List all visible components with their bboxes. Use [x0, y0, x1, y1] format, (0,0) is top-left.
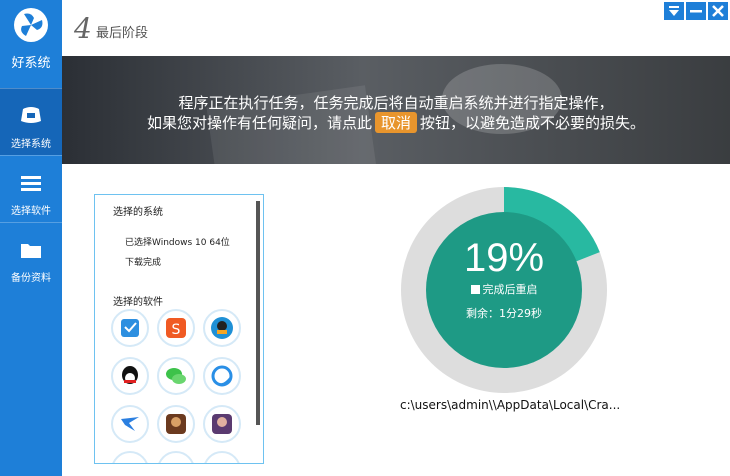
- folder-icon: [21, 244, 41, 258]
- restart-toggle[interactable]: 完成后重启: [426, 281, 582, 297]
- banner-line-2: 如果您对操作有任何疑问，请点此 取消 按钮，以避免造成不必要的损失。: [62, 112, 730, 133]
- svg-text:S: S: [172, 322, 181, 338]
- time-remaining: 剩余：1分29秒: [466, 307, 542, 320]
- banner-line-1: 程序正在执行任务，任务完成后将自动重启系统并进行指定操作，: [178, 94, 614, 112]
- browser-icon: [211, 365, 233, 387]
- sidebar-item-label: 选择软件: [11, 206, 51, 217]
- qq-icon: [122, 366, 138, 384]
- app-icon[interactable]: [157, 451, 195, 463]
- selection-summary-panel: 选择的系统 已选择Windows 10 64位 下载完成 选择的软件 S: [94, 194, 264, 464]
- banner-text: 如果您对操作有任何疑问，请点此: [146, 114, 372, 132]
- app-icon[interactable]: [111, 357, 149, 395]
- restart-label: 完成后重启: [482, 283, 538, 296]
- app-icon[interactable]: [111, 405, 149, 443]
- scrollbar[interactable]: [256, 201, 260, 425]
- app-icon[interactable]: [203, 357, 241, 395]
- header: 4 最后阶段: [62, 0, 730, 56]
- app-icon[interactable]: [203, 309, 241, 347]
- app-icon[interactable]: [203, 451, 241, 463]
- wechat-icon: [166, 368, 186, 384]
- section-title-software: 选择的软件: [113, 297, 163, 308]
- current-file-path: c:\users\admin\\AppData\Local\Cra...: [400, 398, 621, 412]
- app-icon[interactable]: [157, 357, 195, 395]
- penguin-manager-icon: [211, 317, 233, 339]
- app-logo: 好系统: [0, 0, 62, 88]
- close-icon: [712, 5, 724, 17]
- notice-banner: 程序正在执行任务，任务完成后将自动重启系统并进行指定操作， 如果您对操作有任何疑…: [62, 56, 730, 164]
- sidebar: 好系统 选择系统 选择软件 备份资料: [0, 0, 62, 476]
- sidebar-item-select-software[interactable]: 选择软件: [0, 155, 62, 222]
- minimize-button[interactable]: [686, 2, 706, 20]
- app-icon[interactable]: [203, 405, 241, 443]
- progress-percent: 19%: [463, 236, 545, 280]
- selected-system: 已选择Windows 10 64位: [125, 238, 230, 248]
- shield-app-icon: [121, 319, 139, 337]
- logo-icon: [14, 8, 48, 42]
- dropdown-button[interactable]: [664, 2, 684, 20]
- restart-checkbox[interactable]: [470, 285, 480, 294]
- step-number: 4: [74, 12, 92, 45]
- cancel-button[interactable]: 取消: [374, 112, 417, 133]
- download-status: 下载完成: [125, 258, 162, 268]
- thunder-icon: [121, 417, 139, 431]
- app-name: 好系统: [11, 56, 51, 71]
- sidebar-item-label: 选择系统: [11, 139, 51, 150]
- menu-icon: [21, 176, 41, 191]
- section-title-system: 选择的系统: [113, 207, 163, 218]
- minimize-icon: [690, 10, 702, 13]
- banner-text: 按钮，以避免造成不必要的损失。: [420, 114, 646, 132]
- app-icon[interactable]: S: [157, 309, 195, 347]
- sidebar-item-backup[interactable]: 备份资料: [0, 222, 62, 289]
- close-button[interactable]: [708, 2, 728, 20]
- app-icon[interactable]: [157, 405, 195, 443]
- sidebar-item-label: 备份资料: [11, 273, 51, 284]
- app-icon[interactable]: [111, 451, 149, 463]
- sidebar-item-select-system[interactable]: 选择系统: [0, 88, 62, 155]
- app-icon[interactable]: [111, 309, 149, 347]
- game-icon-2: [212, 414, 232, 434]
- page-title: 最后阶段: [96, 26, 149, 41]
- chevron-down-icon: [669, 6, 679, 16]
- game-icon-1: [166, 414, 186, 434]
- sogou-app-icon: S: [166, 318, 186, 338]
- monitor-icon: [21, 107, 41, 123]
